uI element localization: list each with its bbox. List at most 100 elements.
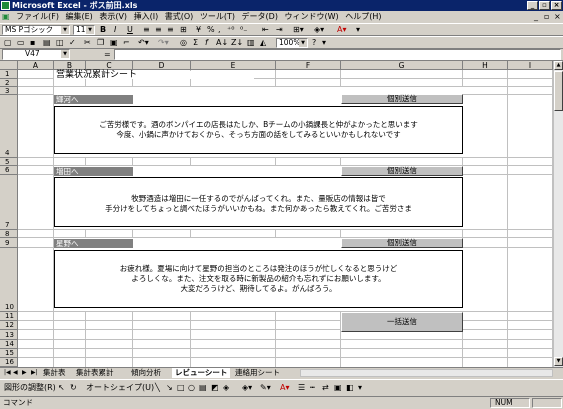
autoshapes-button[interactable]: オートシェイプ(U)	[86, 383, 154, 393]
tab-keiko-bunseki[interactable]: 傾向分析	[128, 368, 164, 378]
paste-icon[interactable]: ▣	[110, 38, 118, 48]
tab-shukeihyo-ruikei[interactable]: 集計表累計	[73, 368, 117, 378]
font-size-box[interactable]: 11 ▼	[73, 25, 95, 35]
increase-decimal-icon[interactable]: ⁺⁰	[227, 25, 234, 35]
clipart-icon[interactable]: ◈	[223, 383, 229, 393]
menu-window[interactable]: ウィンドウ(W)	[283, 11, 341, 23]
row-header[interactable]: 15	[0, 349, 18, 358]
oval-icon[interactable]: ○	[188, 383, 195, 393]
restore-button[interactable]: ▫	[539, 1, 550, 10]
3d-icon[interactable]: ◧	[346, 383, 354, 393]
chevron-down-icon[interactable]: ▼	[61, 26, 69, 34]
row-header[interactable]: 2	[0, 79, 18, 87]
arrow-style-icon[interactable]: ⇄	[322, 383, 329, 393]
align-right-icon[interactable]: ≡	[167, 25, 174, 35]
row-header[interactable]: 10	[0, 248, 18, 312]
help-icon[interactable]: ?	[312, 38, 316, 48]
select-objects-icon[interactable]: ↖	[58, 383, 65, 393]
autosum-icon[interactable]: Σ	[193, 38, 198, 48]
function-icon[interactable]: f	[205, 38, 208, 48]
menu-insert[interactable]: 挿入(I)	[132, 11, 161, 23]
row-header[interactable]: 1	[0, 70, 18, 79]
borders-icon[interactable]: ⊞▾	[293, 25, 304, 35]
row-header[interactable]: 13	[0, 330, 18, 340]
menu-help[interactable]: ヘルプ(H)	[343, 11, 383, 23]
vertical-scrollbar[interactable]: ▲ ▼	[553, 61, 563, 367]
percent-button[interactable]: %	[207, 25, 215, 35]
undo-icon[interactable]: ↶▾	[138, 38, 149, 48]
scroll-down-icon[interactable]: ▼	[554, 357, 563, 366]
menu-edit[interactable]: 編集(E)	[64, 11, 95, 23]
doc-minimize-button[interactable]: _	[532, 11, 540, 23]
menu-format[interactable]: 書式(O)	[163, 11, 196, 23]
bulk-send-button[interactable]: 一括送信	[341, 312, 463, 332]
arrow-icon[interactable]: ↘	[166, 383, 173, 393]
menu-tools[interactable]: ツール(T)	[198, 11, 237, 23]
tab-renraku-sheet[interactable]: 連絡用シート	[232, 368, 283, 378]
col-header-h[interactable]: H	[463, 61, 508, 70]
name-box[interactable]: V47 ▼	[2, 49, 70, 60]
font-color-icon[interactable]: A▾	[337, 25, 347, 35]
chevron-down-icon[interactable]: ▼	[299, 39, 307, 47]
print-icon[interactable]: ▤	[43, 38, 51, 48]
col-header-f[interactable]: F	[276, 61, 341, 70]
dash-style-icon[interactable]: ┅	[310, 383, 315, 393]
currency-button[interactable]: ¥	[196, 25, 201, 35]
chevron-down-icon[interactable]: ▼	[61, 50, 69, 58]
col-header-b[interactable]: B	[54, 61, 86, 70]
formula-input[interactable]	[114, 49, 561, 60]
row-header[interactable]: 11	[0, 312, 18, 321]
drawing-icon[interactable]: ◭	[260, 38, 266, 48]
message-box-hoshino[interactable]: お疲れ様。夏場に向けて星野の担当のところは発注のほうが忙しくなると思うけど よろ…	[54, 250, 463, 308]
message-box-teruka[interactable]: ご苦労様です。酒のボンパイエの店長はたしか、Bチームの小鍋課長と仲がよかったと思…	[54, 106, 463, 154]
merge-center-icon[interactable]: ⊞	[180, 25, 187, 35]
copy-icon[interactable]: ❐	[97, 38, 104, 48]
underline-button[interactable]: U	[127, 25, 133, 35]
row-header[interactable]: 12	[0, 321, 18, 330]
spelling-icon[interactable]: ✓	[69, 38, 76, 48]
decrease-indent-icon[interactable]: ⇤	[262, 25, 269, 35]
sort-descending-icon[interactable]: Z↓	[231, 38, 243, 48]
comma-style-icon[interactable]: ,	[218, 25, 221, 35]
tab-review-sheet[interactable]: レビューシート	[172, 368, 231, 378]
hyperlink-icon[interactable]: ◎	[180, 38, 187, 48]
redo-icon[interactable]: ↷▾	[158, 38, 169, 48]
new-icon[interactable]: ▢	[4, 38, 12, 48]
individual-send-button-1[interactable]: 個別送信	[341, 94, 463, 104]
bold-button[interactable]: B	[100, 25, 106, 35]
cut-icon[interactable]: ✂	[84, 38, 91, 48]
individual-send-button-3[interactable]: 個別送信	[341, 238, 463, 248]
sort-ascending-icon[interactable]: A↓	[216, 38, 228, 48]
font-color-icon[interactable]: A▾	[280, 383, 290, 393]
col-header-d[interactable]: D	[133, 61, 191, 70]
row-header[interactable]: 3	[0, 87, 18, 95]
open-icon[interactable]: ▭	[17, 38, 25, 48]
scroll-up-icon[interactable]: ▲	[554, 61, 563, 70]
fill-color-icon[interactable]: ◈▾	[242, 383, 252, 393]
col-header-a[interactable]: A	[18, 61, 54, 70]
line-icon[interactable]: ╲	[155, 383, 160, 393]
increase-indent-icon[interactable]: ⇥	[276, 25, 283, 35]
worksheet[interactable]: A B C D E F G H I 1 2 3 4 5 6 7 8 9 10 1…	[0, 61, 553, 367]
row-header[interactable]: 14	[0, 340, 18, 349]
doc-restore-button[interactable]: ▫	[542, 11, 551, 23]
rectangle-icon[interactable]: □	[177, 383, 185, 393]
close-button[interactable]: ×	[551, 1, 562, 10]
chart-wizard-icon[interactable]: ▥	[247, 38, 255, 48]
col-header-g[interactable]: G	[341, 61, 463, 70]
row-header[interactable]: 6	[0, 166, 18, 175]
tab-shukeihyo[interactable]: 集計表	[40, 368, 69, 378]
select-all-corner[interactable]	[0, 61, 18, 70]
col-header-e[interactable]: E	[191, 61, 276, 70]
row-header[interactable]: 7	[0, 175, 18, 230]
rotate-icon[interactable]: ↻	[70, 383, 77, 393]
font-name-box[interactable]: MS Pゴシック ▼	[2, 25, 70, 35]
menu-data[interactable]: データ(D)	[240, 11, 280, 23]
message-box-masuda[interactable]: 牧野酒造は増田に一任するのでがんばってくれ。また、量販店の情報は皆で 手分けをし…	[54, 177, 463, 227]
decrease-decimal-icon[interactable]: ⁰₋	[240, 25, 247, 35]
print-preview-icon[interactable]: ◫	[56, 38, 64, 48]
col-header-c[interactable]: C	[86, 61, 133, 70]
toolbar-options-icon[interactable]: ▾	[358, 383, 362, 393]
doc-close-button[interactable]: ×	[552, 11, 563, 23]
menu-file[interactable]: ファイル(F)	[14, 11, 61, 23]
